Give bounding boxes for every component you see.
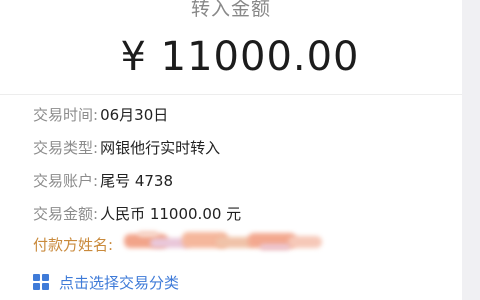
detail-value: 尾号 4738 xyxy=(100,172,174,190)
detail-row-account: 交易账户: 尾号 4738 xyxy=(33,170,173,194)
detail-row-type: 交易类型: 网银他行实时转入 xyxy=(33,137,220,161)
amount-value: ¥ 11000.00 xyxy=(120,34,360,80)
choose-category-label: 点击选择交易分类 xyxy=(59,274,180,292)
detail-label: 交易时间: xyxy=(33,106,99,124)
detail-row-payer: 付款方姓名: xyxy=(33,234,113,258)
detail-value: 网银他行实时转入 xyxy=(100,139,221,157)
payer-name-label: 付款方姓名: xyxy=(33,236,114,254)
detail-row-time: 交易时间: 06月30日 xyxy=(33,104,168,128)
grid-icon xyxy=(33,274,49,290)
side-margin xyxy=(462,0,480,300)
choose-category-link[interactable]: 点击选择交易分类 xyxy=(33,272,179,296)
transfer-in-amount-label: 转入金额 xyxy=(190,0,271,20)
detail-value: 人民币 11000.00 元 xyxy=(100,205,242,223)
transaction-detail-card: 转入金额 ¥ 11000.00 交易时间: 06月30日 交易类型: 网银他行实时转… xyxy=(0,0,462,300)
detail-value: 06月30日 xyxy=(100,106,169,124)
detail-row-amount: 交易金额: 人民币 11000.00 元 xyxy=(33,203,241,227)
payer-name-redacted xyxy=(120,228,330,254)
divider xyxy=(0,94,462,95)
detail-label: 交易类型: xyxy=(33,139,99,157)
detail-label: 交易账户: xyxy=(33,172,99,190)
detail-label: 交易金额: xyxy=(33,205,99,223)
